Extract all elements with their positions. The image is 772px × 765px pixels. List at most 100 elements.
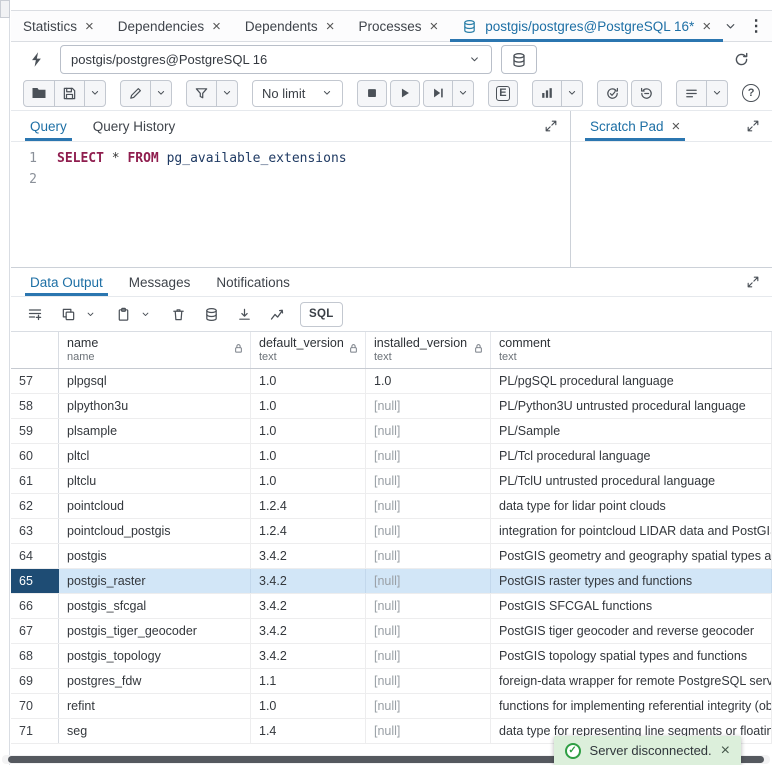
tab-list-chevron-icon[interactable]	[723, 19, 738, 34]
row-number[interactable]: 67	[11, 619, 59, 643]
cell-installed-version[interactable]: [null]	[366, 419, 491, 443]
save-options-chevron[interactable]	[84, 80, 106, 107]
cell-installed-version[interactable]: [null]	[366, 694, 491, 718]
copy-options-chevron[interactable]	[80, 302, 100, 326]
cell-comment[interactable]: integration for pointcloud LIDAR data an…	[491, 519, 772, 543]
cell-comment[interactable]: PostGIS raster types and functions	[491, 569, 772, 593]
delete-row-button[interactable]	[168, 302, 188, 326]
cell-installed-version[interactable]: [null]	[366, 594, 491, 618]
cell-default-version[interactable]: 1.1	[251, 669, 366, 693]
tab-dependents[interactable]: Dependents ×	[233, 11, 347, 41]
table-row[interactable]: 67 postgis_tiger_geocoder 3.4.2 [null] P…	[11, 619, 772, 644]
download-results-button[interactable]	[234, 302, 254, 326]
tab-statistics[interactable]: Statistics ×	[11, 11, 106, 41]
close-icon[interactable]: ×	[429, 19, 438, 34]
tab-messages[interactable]: Messages	[116, 268, 204, 296]
sql-editor[interactable]: 1 2 SELECT * FROM pg_available_extension…	[11, 142, 570, 267]
execute-options-chevron[interactable]	[452, 80, 474, 107]
row-number[interactable]: 69	[11, 669, 59, 693]
save-data-button[interactable]	[201, 302, 221, 326]
tab-query[interactable]: Query	[17, 111, 80, 141]
cell-installed-version[interactable]: [null]	[366, 494, 491, 518]
table-row[interactable]: 61 pltclu 1.0 [null] PL/TclU untrusted p…	[11, 469, 772, 494]
graph-visualiser-button[interactable]	[267, 302, 287, 326]
cell-name[interactable]: postgis_sfcgal	[59, 594, 251, 618]
table-row[interactable]: 63 pointcloud_postgis 1.2.4 [null] integ…	[11, 519, 772, 544]
tab-processes[interactable]: Processes ×	[346, 11, 450, 41]
row-number[interactable]: 60	[11, 444, 59, 468]
cell-default-version[interactable]: 3.4.2	[251, 569, 366, 593]
cell-installed-version[interactable]: [null]	[366, 669, 491, 693]
expand-icon[interactable]	[746, 275, 760, 289]
explain-analyze-chevron[interactable]	[561, 80, 583, 107]
table-row[interactable]: 59 plsample 1.0 [null] PL/Sample	[11, 419, 772, 444]
row-number[interactable]: 61	[11, 469, 59, 493]
expand-icon[interactable]	[544, 119, 558, 133]
cell-installed-version[interactable]: [null]	[366, 469, 491, 493]
cell-comment[interactable]: PL/Sample	[491, 419, 772, 443]
cell-default-version[interactable]: 1.4	[251, 719, 366, 743]
new-connection-button[interactable]	[501, 45, 537, 74]
close-icon[interactable]: ×	[326, 19, 335, 34]
row-number[interactable]: 71	[11, 719, 59, 743]
cell-installed-version[interactable]: [null]	[366, 394, 491, 418]
cell-name[interactable]: pointcloud	[59, 494, 251, 518]
cancel-query-button[interactable]	[357, 80, 387, 107]
cell-default-version[interactable]: 1.0	[251, 394, 366, 418]
cell-name[interactable]: plpython3u	[59, 394, 251, 418]
column-header-comment[interactable]: comment text	[491, 332, 772, 368]
cell-default-version[interactable]: 3.4.2	[251, 544, 366, 568]
cell-name[interactable]: plpgsql	[59, 369, 251, 393]
table-row[interactable]: 65 postgis_raster 3.4.2 [null] PostGIS r…	[11, 569, 772, 594]
tab-data-output[interactable]: Data Output	[17, 268, 116, 296]
cell-comment[interactable]: PL/TclU untrusted procedural language	[491, 469, 772, 493]
row-limit-select[interactable]: No limit	[252, 80, 343, 107]
cell-comment[interactable]: PostGIS topology spatial types and funct…	[491, 644, 772, 668]
cell-default-version[interactable]: 1.0	[251, 369, 366, 393]
cell-default-version[interactable]: 1.0	[251, 444, 366, 468]
cell-default-version[interactable]: 1.2.4	[251, 519, 366, 543]
cell-name[interactable]: pltclu	[59, 469, 251, 493]
scratch-pad-textarea[interactable]	[571, 142, 772, 267]
cell-name[interactable]: plsample	[59, 419, 251, 443]
kebab-menu-icon[interactable]: ⋮	[748, 16, 764, 36]
cell-name[interactable]: pltcl	[59, 444, 251, 468]
commit-button[interactable]	[597, 80, 628, 107]
execute-options-button[interactable]	[423, 80, 453, 107]
cell-name[interactable]: pointcloud_postgis	[59, 519, 251, 543]
row-number[interactable]: 57	[11, 369, 59, 393]
row-number[interactable]: 63	[11, 519, 59, 543]
row-number[interactable]: 62	[11, 494, 59, 518]
cell-default-version[interactable]: 1.0	[251, 419, 366, 443]
cell-installed-version[interactable]: [null]	[366, 719, 491, 743]
sql-code[interactable]: SELECT * FROM pg_available_extensions	[45, 142, 347, 267]
refresh-layout-icon[interactable]	[733, 51, 750, 68]
table-row[interactable]: 57 plpgsql 1.0 1.0 PL/pgSQL procedural l…	[11, 369, 772, 394]
edit-options-chevron[interactable]	[150, 80, 172, 107]
table-row[interactable]: 62 pointcloud 1.2.4 [null] data type for…	[11, 494, 772, 519]
macros-button[interactable]	[676, 80, 707, 107]
connection-status-icon[interactable]	[21, 46, 51, 74]
cell-installed-version[interactable]: [null]	[366, 619, 491, 643]
cell-comment[interactable]: PostGIS geometry and geography spatial t…	[491, 544, 772, 568]
table-row[interactable]: 58 plpython3u 1.0 [null] PL/Python3U unt…	[11, 394, 772, 419]
row-number[interactable]: 68	[11, 644, 59, 668]
show-sql-button[interactable]: SQL	[300, 302, 343, 327]
cell-installed-version[interactable]: [null]	[366, 569, 491, 593]
row-number[interactable]: 64	[11, 544, 59, 568]
tab-query-history[interactable]: Query History	[80, 111, 189, 141]
cell-name[interactable]: refint	[59, 694, 251, 718]
tab-query-tool[interactable]: postgis/postgres@PostgreSQL 16* ×	[450, 11, 723, 41]
explain-button[interactable]: E	[488, 80, 519, 107]
row-number[interactable]: 66	[11, 594, 59, 618]
close-icon[interactable]: ×	[672, 119, 681, 134]
cell-default-version[interactable]: 3.4.2	[251, 594, 366, 618]
cell-name[interactable]: postgis_topology	[59, 644, 251, 668]
copy-button[interactable]	[58, 302, 78, 326]
close-icon[interactable]: ×	[85, 19, 94, 34]
execute-button[interactable]	[390, 80, 420, 107]
cell-installed-version[interactable]: [null]	[366, 519, 491, 543]
save-file-button[interactable]	[54, 80, 85, 107]
cell-comment[interactable]: PostGIS SFCGAL functions	[491, 594, 772, 618]
open-file-button[interactable]	[23, 80, 55, 107]
